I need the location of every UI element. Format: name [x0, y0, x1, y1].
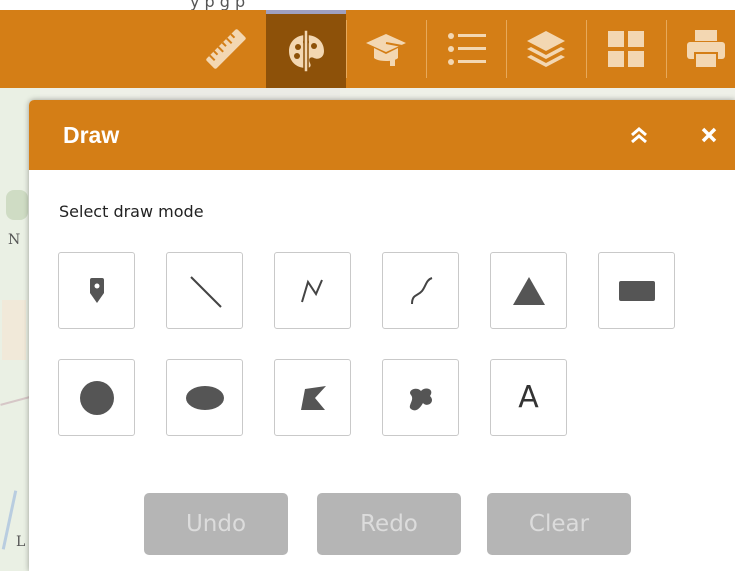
freehand-polygon-icon: [409, 388, 432, 410]
map-pin-icon: [89, 277, 104, 303]
panel-title: Draw: [63, 122, 120, 148]
line-icon: [189, 275, 222, 308]
print-tool-button[interactable]: [666, 10, 735, 88]
triangle-icon: [512, 276, 545, 305]
double-chevron-up-icon[interactable]: [626, 122, 652, 148]
layers-icon: [527, 31, 565, 67]
printer-icon: [687, 30, 725, 69]
redo-button[interactable]: Redo: [317, 493, 461, 555]
measurement-tool-button[interactable]: [186, 10, 266, 88]
map-label-n: N: [8, 232, 21, 248]
draw-freehand-polygon-button[interactable]: [382, 359, 459, 436]
ruler-icon: [206, 29, 246, 69]
map-label-l: L: [16, 534, 26, 550]
circle-icon: [79, 380, 114, 415]
rectangle-icon: [618, 280, 655, 301]
map-area: [2, 300, 26, 360]
draw-panel: Draw Select draw mode A Undo Redo Clear: [29, 100, 735, 571]
draw-circle-button[interactable]: [58, 359, 135, 436]
polyline-icon: [300, 279, 323, 302]
draw-line-button[interactable]: [166, 252, 243, 329]
draw-polygon-button[interactable]: [274, 359, 351, 436]
graduation-cap-icon: [366, 34, 406, 66]
basemap-gallery-button[interactable]: [586, 10, 666, 88]
palette-draw-icon: [289, 29, 324, 73]
map-strip: [140, 86, 340, 100]
ellipse-icon: [185, 385, 224, 410]
toolbar-separator: [666, 20, 667, 78]
draw-point-button[interactable]: [58, 252, 135, 329]
undo-button[interactable]: Undo: [144, 493, 288, 555]
layers-tool-button[interactable]: [506, 10, 586, 88]
top-fragment-text: y p g p: [190, 0, 246, 10]
draw-rectangle-button[interactable]: [598, 252, 675, 329]
legend-tool-button[interactable]: [426, 10, 506, 88]
toolbar-separator: [506, 20, 507, 78]
freehand-line-icon: [410, 276, 432, 304]
draw-text-button[interactable]: A: [490, 359, 567, 436]
education-tool-button[interactable]: [346, 10, 426, 88]
map-forest: [6, 190, 28, 220]
draw-triangle-button[interactable]: [490, 252, 567, 329]
app-toolbar: [0, 10, 735, 88]
clear-button[interactable]: Clear: [487, 493, 631, 555]
polygon-icon: [300, 385, 326, 410]
toolbar-separator: [346, 20, 347, 78]
draw-mode-label: Select draw mode: [59, 202, 204, 221]
draw-ellipse-button[interactable]: [166, 359, 243, 436]
panel-header: Draw: [29, 100, 735, 170]
draw-tool-button[interactable]: [266, 10, 346, 88]
close-icon[interactable]: [696, 122, 722, 148]
top-strip: y p g p: [0, 0, 735, 10]
toolbar-separator: [426, 20, 427, 78]
toolbar-separator: [586, 20, 587, 78]
text-icon: A: [518, 380, 539, 415]
list-icon: [448, 33, 486, 65]
draw-polyline-button[interactable]: [274, 252, 351, 329]
grid-icon: [608, 31, 644, 67]
draw-freehand-polyline-button[interactable]: [382, 252, 459, 329]
